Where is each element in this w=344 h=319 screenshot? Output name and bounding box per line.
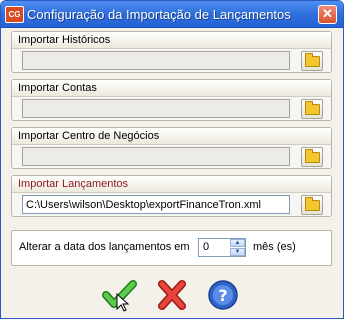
contas-path-field[interactable] [22, 99, 290, 118]
help-button[interactable]: ? [204, 278, 242, 312]
title-bar[interactable]: CG Configuração da Importação de Lançame… [1, 1, 343, 28]
panel-lancamentos: Importar Lançamentos C:\Users\wilson\Des… [11, 175, 332, 217]
help-icon: ? [208, 280, 238, 310]
lancamentos-path-field[interactable]: C:\Users\wilson\Desktop\exportFinanceTro… [22, 195, 290, 214]
red-x-icon [158, 280, 186, 310]
centro-negocios-browse-button[interactable] [301, 147, 323, 167]
stepper-up-button[interactable]: ▲ [230, 239, 245, 247]
green-check-icon [102, 280, 137, 312]
svg-text:?: ? [218, 286, 227, 305]
cancel-button[interactable] [153, 278, 191, 312]
window-title: Configuração da Importação de Lançamento… [27, 7, 291, 22]
close-button[interactable]: ✕ [318, 5, 337, 24]
months-value[interactable]: 0 [203, 241, 209, 253]
panel-label-historicos: Importar Históricos [18, 34, 111, 46]
panel-label-lancamentos: Importar Lançamentos [18, 178, 129, 190]
folder-icon [305, 101, 320, 115]
panel-centro-negocios: Importar Centro de Negócios [11, 127, 332, 169]
lancamentos-browse-button[interactable] [301, 195, 323, 215]
panel-label-centro-negocios: Importar Centro de Negócios [18, 130, 160, 142]
folder-icon [305, 149, 320, 163]
panel-historicos: Importar Históricos [11, 31, 332, 73]
months-unit-label: mês (es) [253, 241, 296, 253]
app-icon: CG [5, 6, 24, 23]
centro-negocios-path-field[interactable] [22, 147, 290, 166]
stepper-down-button[interactable]: ▼ [230, 248, 245, 256]
date-shift-label: Alterar a data dos lançamentos em [19, 241, 190, 253]
months-stepper[interactable]: 0 ▲ ▼ [198, 238, 246, 257]
confirm-button[interactable] [101, 278, 139, 312]
panel-contas: Importar Contas [11, 79, 332, 121]
contas-browse-button[interactable] [301, 99, 323, 119]
historicos-path-field[interactable] [22, 51, 290, 70]
historicos-browse-button[interactable] [301, 51, 323, 71]
folder-icon [305, 197, 320, 211]
folder-icon [305, 53, 320, 67]
date-shift-panel: Alterar a data dos lançamentos em 0 ▲ ▼ … [11, 230, 332, 266]
import-config-window: CG Configuração da Importação de Lançame… [0, 0, 344, 319]
panel-label-contas: Importar Contas [18, 82, 97, 94]
